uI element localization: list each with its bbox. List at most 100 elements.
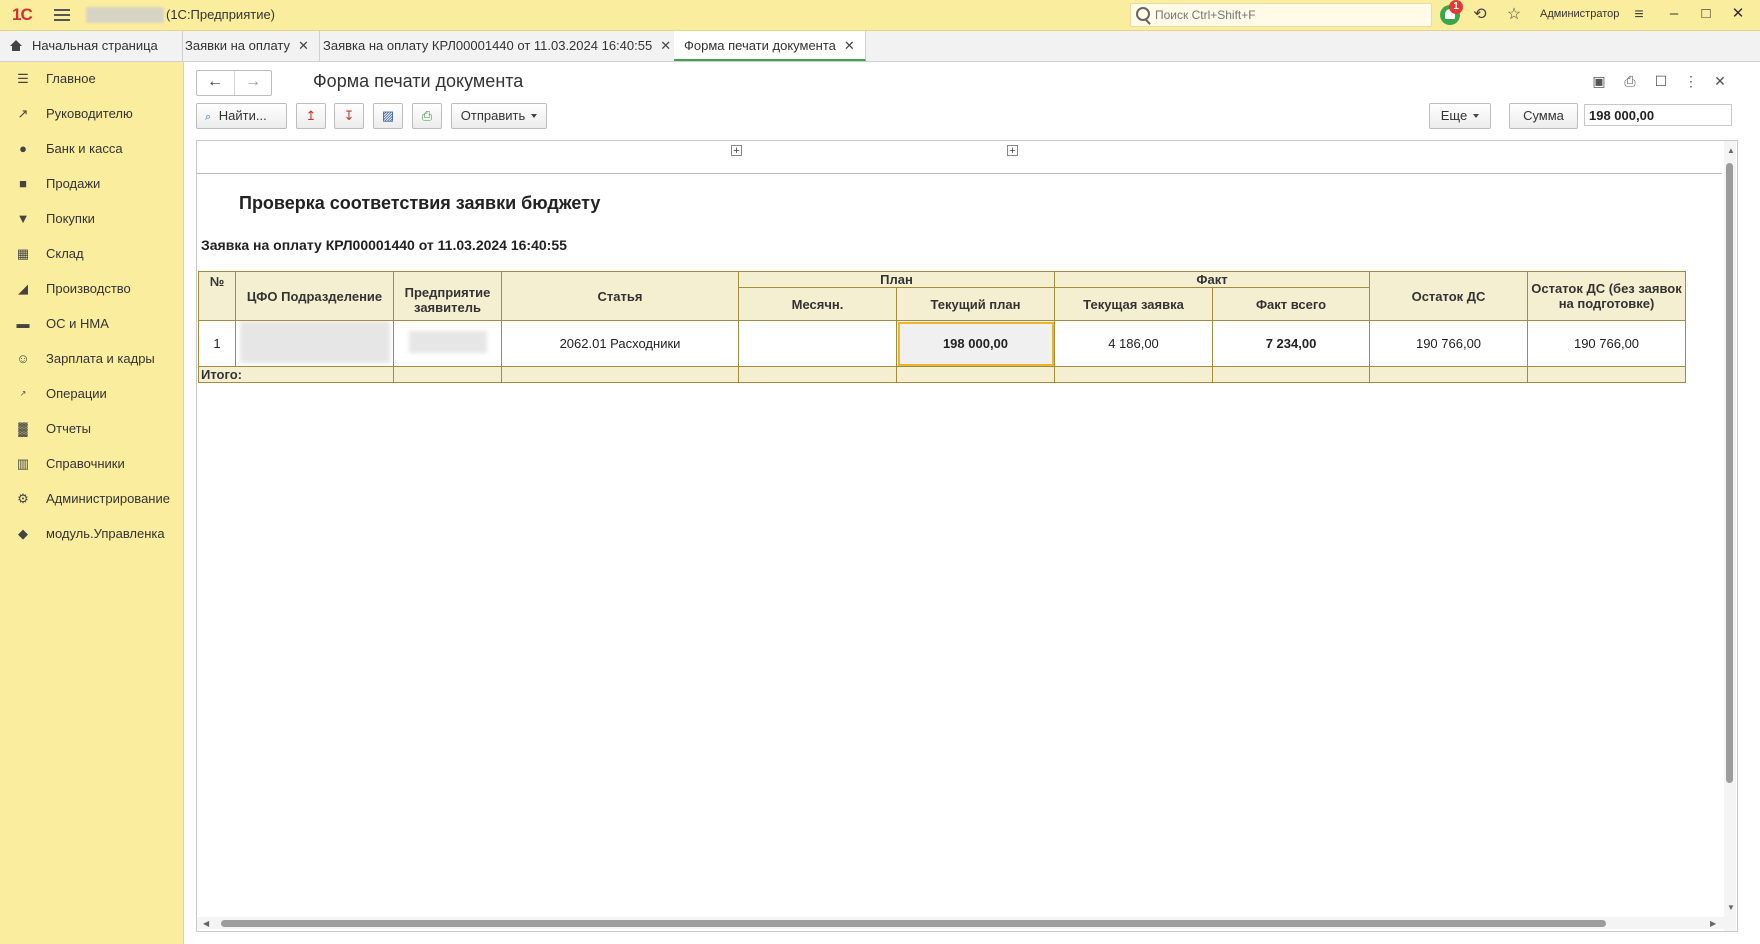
close-tab-icon[interactable]: ✕ [660,38,671,53]
sidebar-item-label: Продажи [46,176,101,191]
cell-balance-no-drafts[interactable]: 190 766,00 [1527,320,1687,367]
close-tab-icon[interactable]: ✕ [298,38,309,53]
title-bar: 1С (1С:Предприятие) 1 ⟲ ☆ Администратор … [0,0,1760,31]
tab-payment-requests[interactable]: Заявки на оплату ✕ [175,31,320,61]
sidebar-item-hr[interactable]: ☺ Зарплата и кадры [0,342,183,376]
sidebar-item-sales[interactable]: ■ Продажи [0,167,183,201]
print-green-icon[interactable]: ⎙ [412,103,442,129]
vertical-scroll-thumb[interactable] [1726,163,1733,783]
back-arrow-icon[interactable]: ← [197,71,233,95]
cell-num[interactable]: 1 [198,320,236,367]
chevron-down-icon [531,114,538,118]
send-button[interactable]: Отправить [451,103,547,129]
sidebar-item-warehouse[interactable]: ▦ Склад [0,237,183,271]
sort-down-icon[interactable]: ↧ [334,103,364,129]
search-input[interactable] [1153,6,1427,24]
sidebar-item-label: Отчеты [46,421,91,436]
forward-arrow-icon[interactable]: → [234,71,271,95]
sidebar-item-label: Зарплата и кадры [46,351,155,366]
global-search[interactable] [1130,3,1432,27]
close-form-icon[interactable]: ✕ [1711,72,1729,90]
find-button[interactable]: ⌕ Найти... [196,103,287,129]
header-cfo: ЦФО Подразделение [235,271,394,321]
send-button-label: Отправить [460,108,526,123]
preview-icon[interactable]: ☐ [1652,72,1670,90]
sidebar-item-reports[interactable]: ▓ Отчеты [0,412,183,446]
spreadsheet-document[interactable]: + + Проверка соответствия заявки бюджету… [196,140,1738,932]
vertical-scrollbar[interactable]: ▲ ▼ [1724,141,1736,931]
cell-fact-total[interactable]: 7 234,00 [1211,320,1371,367]
cell-enterprise-blurred[interactable] [393,320,502,367]
sidebar-item-bank[interactable]: ● Банк и касса [0,132,183,166]
tabs-bar: Начальная страница Заявки на оплату ✕ Зая… [0,31,1760,62]
sidebar-item-label: Производство [46,281,131,296]
sidebar-item-fixed-assets[interactable]: ▬ ОС и НМА [0,307,183,341]
warehouse-icon: ▦ [16,246,30,261]
sidebar-item-purchases[interactable]: ▼ Покупки [0,202,183,236]
budget-check-table: № ЦФО Подразделение Предприятие заявител… [198,271,1687,383]
gear-icon: ⚙ [17,491,29,506]
print-icon[interactable]: ⎙ [1621,72,1639,90]
header-num: № [198,271,236,321]
more-button-label: Еще [1440,108,1468,123]
cell-plan-monthly[interactable] [738,320,897,367]
tab-label: Заявки на оплату [185,38,291,53]
sidebar-item-label: Банк и касса [46,141,123,156]
more-button[interactable]: Еще [1429,103,1491,129]
expand-group-icon[interactable]: + [731,145,742,157]
cell-article[interactable]: 2062.01 Расходники [501,320,739,367]
current-user[interactable]: Администратор [1540,8,1619,20]
sidebar-item-manager[interactable]: ↗ Руководителю [0,97,183,131]
sum-value-field[interactable]: 198 000,00 [1584,104,1732,126]
horizontal-scrollbar[interactable]: ◀ ▶ [197,917,1724,929]
header-fact: Факт [1053,271,1371,288]
tab-label: Заявка на оплату КРЛ00001440 от 11.03.20… [323,38,653,53]
person-icon: ☺ [16,351,30,366]
sum-button[interactable]: Сумма [1509,103,1578,129]
sidebar-item-production[interactable]: ◢ Производство [0,272,183,306]
cell-balance[interactable]: 190 766,00 [1369,320,1529,367]
find-button-label: Найти... [218,108,267,123]
sidebar-item-operations[interactable]: ↗ Операции [0,377,183,411]
tab-payment-request-doc[interactable]: Заявка на оплату КРЛ00001440 от 11.03.20… [313,31,683,61]
preview-page-icon[interactable]: ▨ [373,103,403,129]
factory-icon: ◢ [18,281,28,296]
cell-cfo-blurred[interactable] [235,320,394,367]
scroll-left-icon[interactable]: ◀ [203,919,209,928]
sum-button-label: Сумма [1523,108,1564,123]
truck-icon: ▬ [16,316,30,331]
save-icon[interactable]: ▣ [1590,72,1608,90]
group-divider [197,173,1722,174]
sidebar-item-administration[interactable]: ⚙ Администрирование [0,482,183,516]
tab-home[interactable]: Начальная страница [0,31,183,61]
history-icon[interactable]: ⟲ [1471,6,1489,24]
trend-icon: ↗ [17,106,29,121]
close-tab-icon[interactable]: ✕ [844,38,855,53]
more-actions-icon[interactable]: ⋮ [1682,72,1700,90]
scroll-up-icon[interactable]: ▲ [1727,146,1735,155]
scroll-right-icon[interactable]: ▶ [1710,919,1716,928]
cell-plan-current-selected[interactable]: 198 000,00 [896,320,1055,367]
settings-menu-icon[interactable]: ≡ [1630,6,1648,24]
favorites-star-icon[interactable]: ☆ [1505,6,1523,24]
tab-print-form[interactable]: Форма печати документа ✕ [674,31,866,61]
minimize-button[interactable]: – [1664,4,1684,24]
sidebar-item-catalogs[interactable]: ▥ Справочники [0,447,183,481]
sidebar-item-management-module[interactable]: ◆ модуль.Управленка [0,517,183,551]
maximize-button[interactable]: □ [1696,4,1716,24]
horizontal-scroll-thumb[interactable] [221,920,1606,927]
table-row: 1 2062.01 Расходники 198 000,00 4 186,00… [198,320,1687,367]
expand-group-icon[interactable]: + [1007,145,1018,157]
close-window-button[interactable]: ✕ [1728,4,1748,24]
dt-kt-icon: ↗ [19,389,27,398]
main-menu-icon[interactable] [54,6,70,21]
scroll-down-icon[interactable]: ▼ [1727,903,1735,912]
sidebar-item-label: модуль.Управленка [46,526,165,541]
sort-up-icon[interactable]: ↥ [296,103,326,129]
report-title: Проверка соответствия заявки бюджету [239,193,601,213]
header-article: Статья [501,271,739,321]
app-title: (1С:Предприятие) [166,7,276,22]
sidebar-item-main[interactable]: ☰ Главное [0,62,183,96]
header-balance: Остаток ДС [1369,271,1529,321]
cell-fact-current[interactable]: 4 186,00 [1054,320,1213,367]
